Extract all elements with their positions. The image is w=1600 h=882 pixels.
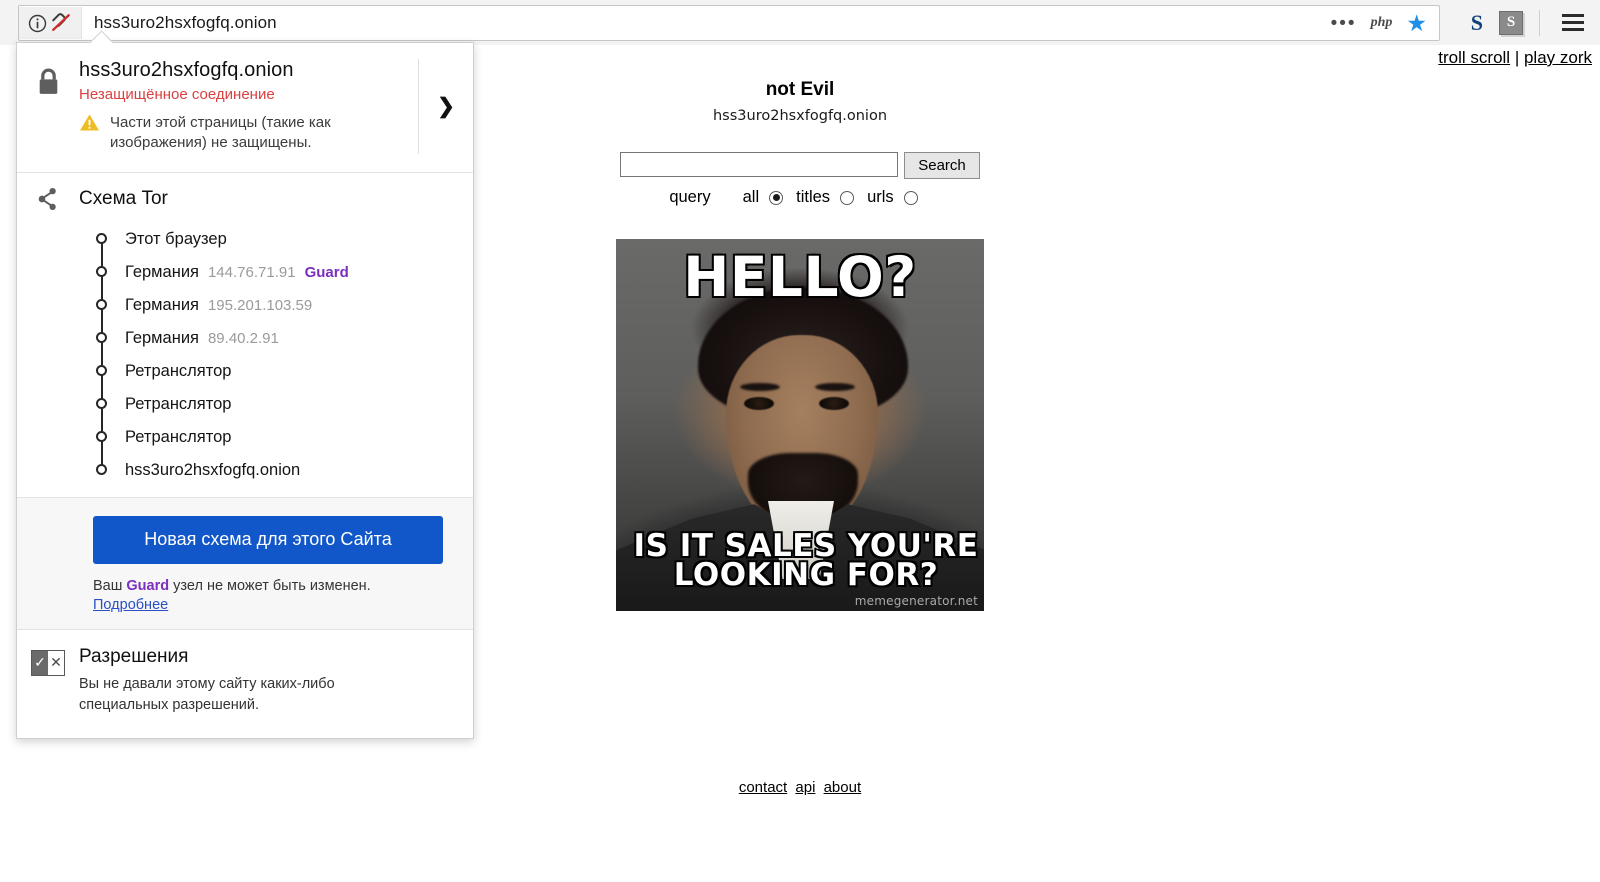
browser-toolbar: hss3uro2hsxfogfq.onion ••• php ★ S S bbox=[0, 0, 1600, 46]
tor-node-item: Ретранслятор bbox=[17, 421, 473, 470]
search-input[interactable] bbox=[620, 152, 899, 177]
tor-node-list: Этот браузер Германия 144.76.71.91 Guard… bbox=[17, 223, 473, 487]
note-prefix: Ваш bbox=[93, 577, 127, 594]
meme-watermark: memegenerator.net bbox=[854, 594, 978, 608]
url-text[interactable]: hss3uro2hsxfogfq.onion bbox=[82, 13, 1331, 33]
permissions-cross-icon: ✕ bbox=[48, 650, 64, 675]
tor-node-item: Этот браузер bbox=[17, 223, 473, 272]
node-dot-icon bbox=[96, 332, 107, 343]
scope-label-all: all bbox=[742, 188, 760, 206]
info-icon[interactable] bbox=[28, 14, 47, 33]
play-zork-link[interactable]: play zork bbox=[1524, 48, 1592, 67]
node-dot-icon bbox=[96, 233, 107, 244]
url-bar-icons bbox=[19, 7, 82, 39]
toolbar-extensions: S S bbox=[1471, 0, 1590, 45]
footer-about-link[interactable]: about bbox=[824, 779, 862, 796]
meme-eye-left bbox=[744, 397, 774, 410]
tor-node-item: hss3uro2hsxfogfq.onion bbox=[17, 454, 473, 487]
tor-node-item: Германия 144.76.71.91 Guard bbox=[17, 256, 473, 305]
tor-circuit-title: Схема Tor bbox=[79, 187, 168, 209]
footer-links: contact api about bbox=[0, 779, 1600, 796]
url-bar[interactable]: hss3uro2hsxfogfq.onion ••• php ★ bbox=[18, 5, 1440, 41]
identity-warning: Части этой страницы (такие как изображен… bbox=[79, 113, 414, 154]
permissions-box: ✓ ✕ bbox=[31, 649, 65, 676]
new-circuit-button[interactable]: Новая схема для этого Сайта bbox=[93, 515, 443, 564]
new-circuit-section: Новая схема для этого Сайта Ваш Guard уз… bbox=[17, 496, 473, 629]
permissions-section: ✓ ✕ Разрешения Вы не давали этому сайту … bbox=[17, 628, 473, 738]
identity-host: hss3uro2hsxfogfq.onion bbox=[79, 59, 294, 81]
identity-status: Незащищённое соединение bbox=[79, 86, 275, 103]
tor-node-label: Этот браузер bbox=[125, 229, 227, 248]
meme-eye-right bbox=[819, 397, 849, 410]
node-dot-icon bbox=[96, 431, 107, 442]
tor-node-label: Ретранслятор bbox=[125, 361, 232, 380]
tor-circuit-icon bbox=[17, 187, 79, 211]
tor-node-ip: 89.40.2.91 bbox=[207, 329, 279, 347]
learn-more-link[interactable]: Подробнее bbox=[93, 597, 473, 613]
hamburger-menu-icon[interactable] bbox=[1556, 10, 1590, 35]
permissions-title: Разрешения bbox=[79, 645, 189, 667]
tor-node-guard-tag: Guard bbox=[304, 263, 349, 281]
identity-warning-text: Части этой страницы (такие как изображен… bbox=[110, 114, 331, 152]
permissions-body: Разрешения Вы не давали этому сайту каки… bbox=[79, 646, 379, 716]
identity-expand-chevron[interactable]: ❯ bbox=[418, 59, 473, 154]
permissions-check-icon: ✓ bbox=[32, 650, 48, 675]
tor-node-label: Германия bbox=[125, 262, 199, 281]
tor-node-item: Германия 195.201.103.59 bbox=[17, 289, 473, 338]
note-suffix: узел не может быть изменен. bbox=[169, 577, 371, 594]
troll-scroll-link[interactable]: troll scroll bbox=[1438, 48, 1510, 67]
note-guard-word: Guard bbox=[126, 577, 170, 594]
node-dot-icon bbox=[96, 365, 107, 376]
node-dot-icon bbox=[96, 266, 107, 277]
scope-radio-titles[interactable] bbox=[840, 190, 855, 205]
search-button[interactable]: Search bbox=[904, 152, 980, 179]
tor-node-ip: 144.76.71.91 bbox=[207, 263, 296, 281]
node-dot-icon bbox=[96, 398, 107, 409]
screen: hss3uro2hsxfogfq.onion ••• php ★ S S tro… bbox=[0, 0, 1600, 882]
tor-node-label: Ретранслятор bbox=[125, 394, 232, 413]
identity-section[interactable]: hss3uro2hsxfogfq.onion Незащищённое соед… bbox=[17, 43, 473, 172]
meme-image: HELLO? IS IT SALES YOU'RE LOOKING FOR? m… bbox=[616, 239, 984, 611]
php-extension-icon[interactable]: php bbox=[1371, 15, 1393, 31]
noscript-icon[interactable] bbox=[50, 13, 72, 33]
toolbar-divider bbox=[1539, 9, 1540, 36]
scope-radio-all[interactable] bbox=[769, 190, 784, 205]
meme-brow-right bbox=[815, 383, 855, 391]
tor-circuit-section: Схема Tor Этот браузер Германия 144.76.7… bbox=[17, 173, 473, 497]
query-label: query bbox=[669, 188, 711, 206]
node-dot-icon bbox=[96, 464, 107, 475]
overflow-menu-icon[interactable]: ••• bbox=[1331, 14, 1357, 33]
permissions-icon: ✓ ✕ bbox=[17, 646, 79, 716]
scope-radio-urls[interactable] bbox=[903, 190, 918, 205]
identity-body: hss3uro2hsxfogfq.onion Незащищённое соед… bbox=[79, 59, 418, 154]
tor-node-label: Германия bbox=[125, 328, 199, 347]
extension-s-box-icon[interactable]: S bbox=[1499, 10, 1523, 35]
permissions-text: Вы не давали этому сайту каких-либо спец… bbox=[79, 675, 335, 713]
tor-node-item: Ретранслятор bbox=[17, 388, 473, 437]
tor-circuit-header: Схема Tor bbox=[17, 187, 473, 211]
tor-node-label: Ретранслятор bbox=[125, 427, 232, 446]
tor-node-label: Германия bbox=[125, 295, 199, 314]
warning-triangle-icon bbox=[79, 113, 100, 137]
bookmark-star-icon[interactable]: ★ bbox=[1406, 11, 1427, 35]
extension-s-icon[interactable]: S bbox=[1471, 10, 1483, 36]
top-links: troll scroll | play zork bbox=[1438, 48, 1592, 68]
meme-top-text: HELLO? bbox=[682, 245, 918, 309]
new-circuit-note: Ваш Guard узел не может быть изменен. bbox=[93, 578, 473, 594]
meme-brow-left bbox=[740, 383, 780, 391]
footer-api-link[interactable]: api bbox=[795, 779, 815, 796]
scope-label-urls: urls bbox=[867, 188, 894, 206]
lock-icon bbox=[17, 59, 79, 154]
node-dot-icon bbox=[96, 299, 107, 310]
meme-bottom-text: IS IT SALES YOU'RE LOOKING FOR? bbox=[632, 527, 979, 594]
top-links-separator: | bbox=[1510, 48, 1524, 67]
site-identity-panel: hss3uro2hsxfogfq.onion Незащищённое соед… bbox=[16, 30, 474, 739]
footer-contact-link[interactable]: contact bbox=[739, 779, 787, 796]
url-bar-actions: ••• php ★ bbox=[1331, 11, 1439, 35]
scope-label-titles: titles bbox=[796, 188, 831, 206]
tor-node-item: Ретранслятор bbox=[17, 355, 473, 404]
tor-node-ip: 195.201.103.59 bbox=[207, 296, 313, 314]
tor-node-label: hss3uro2hsxfogfq.onion bbox=[125, 460, 301, 479]
tor-node-item: Германия 89.40.2.91 bbox=[17, 322, 473, 371]
